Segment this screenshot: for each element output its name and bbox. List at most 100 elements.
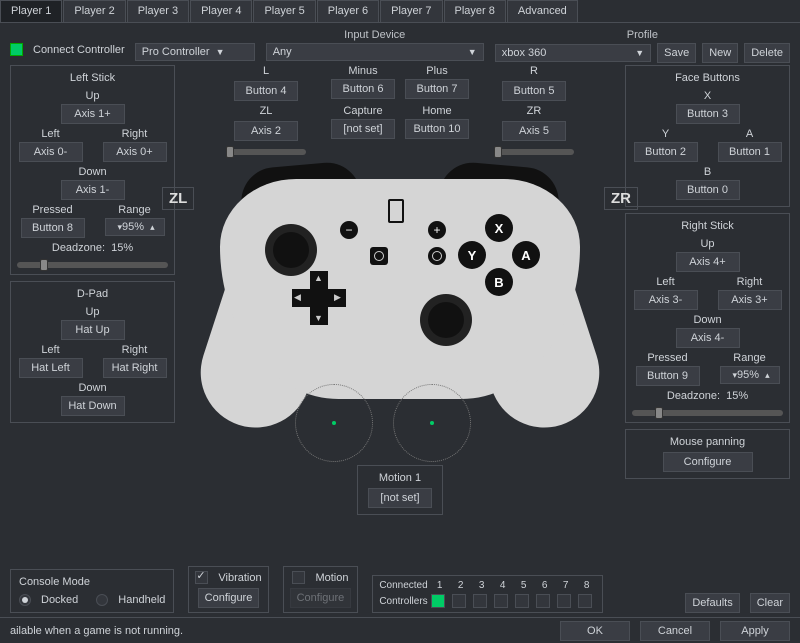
- face-x-bind[interactable]: Button 3: [676, 104, 740, 124]
- rs-left-bind[interactable]: Axis 3-: [634, 290, 698, 310]
- ls-deadzone-value: 15%: [111, 242, 133, 254]
- handheld-label: Handheld: [118, 594, 165, 606]
- delete-button[interactable]: Delete: [744, 43, 790, 63]
- face-a-label: A: [746, 128, 753, 140]
- face-y-label: Y: [662, 128, 669, 140]
- face-a-icon: A: [512, 241, 540, 269]
- rs-right-label: Right: [737, 276, 763, 288]
- zl-slider[interactable]: [226, 149, 306, 155]
- face-y-icon: Y: [458, 241, 486, 269]
- dpad-title: D-Pad: [77, 288, 108, 300]
- dpad-down-bind[interactable]: Hat Down: [61, 396, 125, 416]
- dpad-left-bind[interactable]: Hat Left: [19, 358, 83, 378]
- ls-down-bind[interactable]: Axis 1-: [61, 180, 125, 200]
- rs-deadzone-slider[interactable]: [632, 410, 783, 416]
- dpad-up-bind[interactable]: Hat Up: [61, 320, 125, 340]
- mouse-panning-configure[interactable]: Configure: [663, 452, 753, 472]
- tab-player-6[interactable]: Player 6: [317, 0, 379, 22]
- zr-slider[interactable]: [494, 149, 574, 155]
- slot-number-2: 2: [452, 580, 470, 591]
- vibration-configure[interactable]: Configure: [198, 588, 260, 608]
- tab-player-4[interactable]: Player 4: [190, 0, 252, 22]
- docked-radio[interactable]: [19, 594, 31, 606]
- defaults-button[interactable]: Defaults: [685, 593, 739, 613]
- clear-button[interactable]: Clear: [750, 593, 790, 613]
- input-device-combo[interactable]: Any ▼: [266, 43, 484, 61]
- controller-status-panel: Connected 12345678Controllers: [372, 575, 602, 613]
- right-stick-panel: Right Stick Up Axis 4+ Left Axis 3- Righ…: [625, 213, 790, 423]
- mouse-panning-panel: Mouse panning Configure: [625, 429, 790, 479]
- plus-label: Plus: [426, 65, 447, 77]
- ls-up-bind[interactable]: Axis 1+: [61, 104, 125, 124]
- zr-shoulder-label: ZR: [604, 187, 638, 210]
- tab-player-1[interactable]: Player 1: [0, 0, 62, 22]
- new-button[interactable]: New: [702, 43, 738, 63]
- vibration-label: Vibration: [218, 572, 261, 584]
- home-bind[interactable]: Button 10: [405, 119, 469, 139]
- save-button[interactable]: Save: [657, 43, 696, 63]
- face-b-bind[interactable]: Button 0: [676, 180, 740, 200]
- zl-bind[interactable]: Axis 2: [234, 121, 298, 141]
- left-stick-title: Left Stick: [70, 72, 115, 84]
- zl-label: ZL: [260, 105, 273, 117]
- ok-button[interactable]: OK: [560, 621, 630, 641]
- rs-range-value: 95%: [737, 369, 759, 381]
- rs-range-label: Range: [733, 352, 765, 364]
- mouse-panning-title: Mouse panning: [670, 436, 745, 448]
- r-bind[interactable]: Button 5: [502, 81, 566, 101]
- rs-down-bind[interactable]: Axis 4-: [676, 328, 740, 348]
- vibration-checkbox[interactable]: [195, 571, 208, 584]
- capture-label: Capture: [343, 105, 382, 117]
- profile-combo[interactable]: xbox 360 ▼: [495, 44, 651, 62]
- rs-up-label: Up: [700, 238, 714, 250]
- dpad-right-bind[interactable]: Hat Right: [103, 358, 167, 378]
- controller-type-combo[interactable]: Pro Controller ▼: [135, 43, 255, 61]
- motion1-bind[interactable]: [not set]: [368, 488, 432, 508]
- minus-label: Minus: [348, 65, 377, 77]
- handheld-radio[interactable]: [96, 594, 108, 606]
- chevron-down-icon: ▼: [216, 47, 225, 57]
- tab-player-8[interactable]: Player 8: [444, 0, 506, 22]
- tab-player-7[interactable]: Player 7: [380, 0, 442, 22]
- ls-right-bind[interactable]: Axis 0+: [103, 142, 167, 162]
- zl-shoulder-label: ZL: [162, 187, 194, 210]
- rs-range-combo[interactable]: ▾ 95% ▴: [720, 366, 780, 384]
- apply-button[interactable]: Apply: [720, 621, 790, 641]
- ls-deadzone-slider[interactable]: [17, 262, 168, 268]
- rs-right-bind[interactable]: Axis 3+: [718, 290, 782, 310]
- docked-label: Docked: [41, 594, 78, 606]
- chevron-down-icon: ▼: [468, 47, 477, 57]
- motion-checkbox[interactable]: [292, 571, 305, 584]
- rs-pressed-bind[interactable]: Button 9: [636, 366, 700, 386]
- ls-range-combo[interactable]: ▾ 95% ▴: [105, 218, 165, 236]
- motion1-panel: Motion 1 [not set]: [357, 465, 443, 515]
- zr-bind[interactable]: Axis 5: [502, 121, 566, 141]
- tab-player-2[interactable]: Player 2: [63, 0, 125, 22]
- left-stick-visual: [295, 384, 373, 462]
- minus-bind[interactable]: Button 6: [331, 79, 395, 99]
- ls-left-bind[interactable]: Axis 0-: [19, 142, 83, 162]
- face-y-bind[interactable]: Button 2: [634, 142, 698, 162]
- ls-right-label: Right: [122, 128, 148, 140]
- plus-bind[interactable]: Button 7: [405, 79, 469, 99]
- chevron-down-icon: ▼: [635, 48, 644, 58]
- controller-slot-2: [452, 594, 466, 608]
- cancel-button[interactable]: Cancel: [640, 621, 710, 641]
- face-a-bind[interactable]: Button 1: [718, 142, 782, 162]
- tab-advanced[interactable]: Advanced: [507, 0, 578, 22]
- rs-left-label: Left: [656, 276, 674, 288]
- input-device-value: Any: [273, 46, 462, 58]
- tab-player-5[interactable]: Player 5: [253, 0, 315, 22]
- slot-number-1: 1: [431, 580, 449, 591]
- rs-deadzone-value: 15%: [726, 390, 748, 402]
- ls-pressed-bind[interactable]: Button 8: [21, 218, 85, 238]
- capture-bind[interactable]: [not set]: [331, 119, 395, 139]
- tab-player-3[interactable]: Player 3: [127, 0, 189, 22]
- rs-up-bind[interactable]: Axis 4+: [676, 252, 740, 272]
- right-stick-visual: [393, 384, 471, 462]
- face-x-icon: X: [485, 214, 513, 242]
- ls-deadzone-label: Deadzone:: [52, 242, 105, 254]
- l-bind[interactable]: Button 4: [234, 81, 298, 101]
- input-device-label: Input Device: [344, 29, 405, 41]
- dpad-left-label: Left: [41, 344, 59, 356]
